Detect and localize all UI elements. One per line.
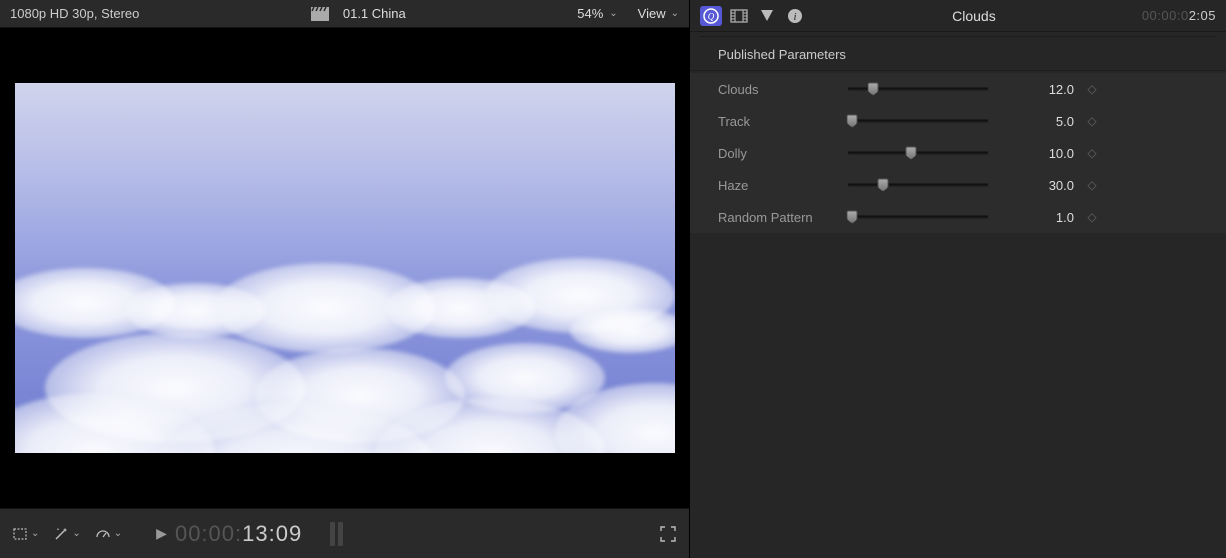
param-row: Clouds 12.0◇ (690, 73, 1226, 105)
enhance-tool-dropdown[interactable]: ⌄ (53, 526, 80, 542)
param-row: Track 5.0◇ (690, 105, 1226, 137)
meter-bar (338, 522, 343, 546)
retime-tool-dropdown[interactable]: ⌄ (95, 527, 122, 541)
param-row: Random Pattern 1.0◇ (690, 201, 1226, 233)
param-row: Haze 30.0◇ (690, 169, 1226, 201)
keyframe-diamond-icon[interactable]: ◇ (1080, 178, 1104, 192)
chevron-down-icon: ⌄ (671, 8, 679, 19)
param-value[interactable]: 12.0 (1008, 82, 1080, 97)
chevron-down-icon: ⌄ (72, 528, 80, 539)
keyframe-diamond-icon[interactable]: ◇ (1080, 82, 1104, 96)
param-slider[interactable] (848, 82, 988, 96)
audio-meters[interactable] (330, 522, 343, 546)
keyframe-diamond-icon[interactable]: ◇ (1080, 146, 1104, 160)
inspector-tab-color[interactable] (756, 6, 778, 26)
param-label: Random Pattern (718, 210, 848, 225)
keyframe-diamond-icon[interactable]: ◇ (1080, 114, 1104, 128)
inspector-body: Published Parameters Clouds12.0◇Track5.0… (690, 37, 1226, 558)
inspector-duration: 00:00:02:05 (1142, 8, 1216, 23)
format-label: 1080p HD 30p, Stereo (10, 6, 139, 21)
inspector-tab-video[interactable] (728, 6, 750, 26)
param-label: Track (718, 114, 848, 129)
playhead-timecode[interactable]: ▶ 00:00:13:09 (156, 521, 302, 547)
inspector-tab-info[interactable]: i (784, 6, 806, 26)
param-value[interactable]: 30.0 (1008, 178, 1080, 193)
keyframe-diamond-icon[interactable]: ◇ (1080, 210, 1104, 224)
chevron-down-icon: ⌄ (609, 8, 617, 19)
preview-image (15, 83, 675, 453)
inspector-panel: Q i Clouds 00:00:02:05 Published Paramet… (690, 0, 1226, 558)
chevron-down-icon: ⌄ (114, 528, 122, 539)
timecode-prefix: 00:00: (175, 521, 242, 546)
clapperboard-icon[interactable] (311, 7, 329, 21)
timecode-main: 13:09 (242, 521, 302, 546)
zoom-value: 54% (577, 6, 603, 21)
param-slider[interactable] (848, 146, 988, 160)
section-published-parameters[interactable]: Published Parameters (690, 37, 1226, 71)
clip-name: 01.1 China (343, 6, 406, 21)
play-icon: ▶ (156, 525, 167, 542)
viewer-canvas[interactable] (0, 28, 689, 508)
fullscreen-button[interactable] (659, 525, 677, 543)
param-label: Dolly (718, 146, 848, 161)
param-slider[interactable] (848, 178, 988, 192)
chevron-down-icon: ⌄ (31, 528, 39, 539)
parameter-list: Clouds12.0◇Track5.0◇Dolly10.0◇Haze30.0◇R… (690, 73, 1226, 233)
view-dropdown[interactable]: View ⌄ (638, 6, 679, 21)
svg-text:Q: Q (708, 11, 715, 21)
svg-text:i: i (793, 11, 796, 23)
param-slider[interactable] (848, 114, 988, 128)
param-label: Clouds (718, 82, 848, 97)
inspector-tab-generator[interactable]: Q (700, 6, 722, 26)
viewer-bottombar: ⌄ ⌄ ⌄ ▶ 00:00:13:09 (0, 508, 689, 558)
param-value[interactable]: 10.0 (1008, 146, 1080, 161)
zoom-dropdown[interactable]: 54% ⌄ (577, 6, 617, 21)
param-value[interactable]: 1.0 (1008, 210, 1080, 225)
param-slider[interactable] (848, 210, 988, 224)
param-row: Dolly 10.0◇ (690, 137, 1226, 169)
param-value[interactable]: 5.0 (1008, 114, 1080, 129)
viewer-topbar: 1080p HD 30p, Stereo 01.1 China 54% ⌄ Vi… (0, 0, 689, 28)
inspector-header: Q i Clouds 00:00:02:05 (690, 0, 1226, 32)
meter-bar (330, 522, 335, 546)
inspector-title: Clouds (812, 8, 1136, 24)
viewer-panel: 1080p HD 30p, Stereo 01.1 China 54% ⌄ Vi… (0, 0, 690, 558)
transform-tool-dropdown[interactable]: ⌄ (12, 527, 39, 541)
param-label: Haze (718, 178, 848, 193)
view-label: View (638, 6, 666, 21)
